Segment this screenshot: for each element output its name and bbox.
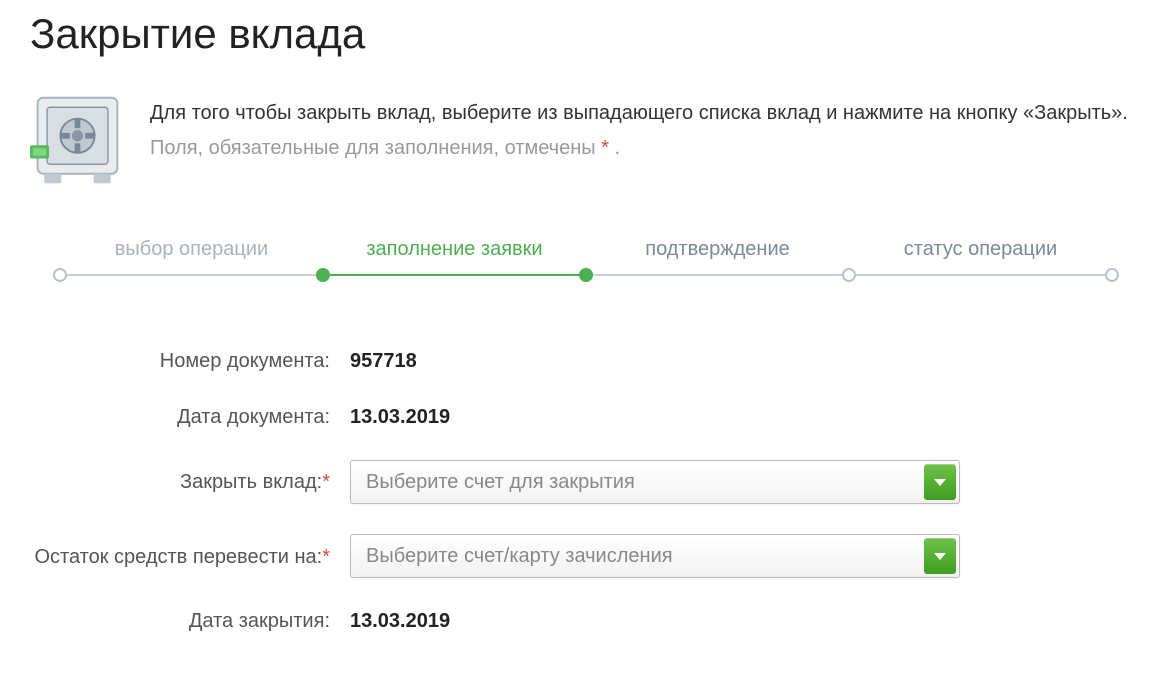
- form-row-doc-number: Номер документа: 957718: [30, 348, 1142, 374]
- select-transfer-to[interactable]: Выберите счет/карту зачисления: [350, 534, 960, 578]
- value-doc-number: 957718: [350, 350, 417, 373]
- safe-icon: [30, 93, 125, 188]
- label-transfer-to: Остаток средств перевести на:*: [30, 534, 350, 570]
- intro-note-text: Поля, обязательные для заполнения, отмеч…: [150, 133, 1128, 163]
- intro-main-text: Для того чтобы закрыть вклад, выберите и…: [150, 98, 1128, 128]
- label-doc-date: Дата документа:: [30, 404, 350, 430]
- form-row-close-date: Дата закрытия: 13.03.2019: [30, 608, 1142, 634]
- required-star-icon: *: [322, 546, 330, 568]
- required-star-icon: *: [601, 137, 609, 159]
- select-close-deposit[interactable]: Выберите счет для закрытия: [350, 460, 960, 504]
- progress-bar: выбор операции заполнение заявки подтвер…: [60, 238, 1112, 288]
- step-dot-icon: [579, 268, 593, 282]
- value-close-date: 13.03.2019: [350, 610, 450, 633]
- step-dot-icon: [53, 268, 67, 282]
- label-close-deposit: Закрыть вклад:*: [30, 469, 350, 495]
- chevron-down-icon[interactable]: [924, 464, 956, 500]
- chevron-down-icon[interactable]: [924, 538, 956, 574]
- intro-text: Для того чтобы закрыть вклад, выберите и…: [150, 93, 1128, 163]
- progress-step-confirm: подтверждение: [586, 238, 849, 273]
- value-doc-date: 13.03.2019: [350, 406, 450, 429]
- form-row-doc-date: Дата документа: 13.03.2019: [30, 404, 1142, 430]
- step-dot-icon: [1105, 268, 1119, 282]
- label-close-date: Дата закрытия:: [30, 608, 350, 634]
- intro-block: Для того чтобы закрыть вклад, выберите и…: [30, 93, 1142, 188]
- progress-step-status: статус операции: [849, 238, 1112, 273]
- select-placeholder: Выберите счет/карту зачисления: [366, 545, 673, 568]
- select-placeholder: Выберите счет для закрытия: [366, 471, 635, 494]
- step-dot-icon: [842, 268, 856, 282]
- label-doc-number: Номер документа:: [30, 348, 350, 374]
- progress-step-select-operation: выбор операции: [60, 238, 323, 273]
- step-dot-icon: [316, 268, 330, 282]
- form-row-transfer-to: Остаток средств перевести на:* Выберите …: [30, 534, 1142, 578]
- required-star-icon: *: [322, 471, 330, 493]
- form-row-close-deposit: Закрыть вклад:* Выберите счет для закрыт…: [30, 460, 1142, 504]
- progress-step-fill-form: заполнение заявки: [323, 238, 586, 273]
- page-title: Закрытие вклада: [30, 10, 1142, 58]
